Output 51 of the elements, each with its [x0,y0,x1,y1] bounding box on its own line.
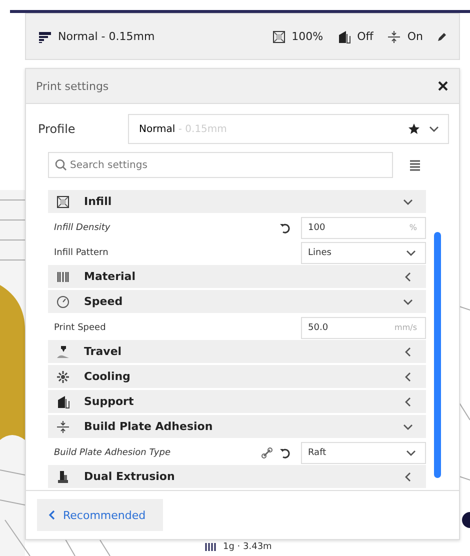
category-header[interactable]: Cooling [48,365,426,388]
infill-summary: 100% [292,30,324,43]
category-header[interactable]: Infill [48,190,426,213]
reset-icon[interactable] [279,222,291,234]
extruder-icon [56,470,70,484]
adhesion-icon [387,30,402,44]
category-header[interactable]: Support [48,390,426,413]
infill-icon [272,30,286,44]
profile-name: Normal [139,124,176,134]
panel-title: Print settings [36,80,109,92]
menu-icon[interactable] [409,159,421,171]
print-estimate: 1g · 3.43m [223,542,272,552]
nozzle-icon [56,344,70,358]
print-setup-bar[interactable]: Normal - 0.15mm 100% Off On [25,13,460,60]
profile-summary: Normal - 0.15mm [58,30,155,43]
profile-label: Profile [38,122,76,136]
reset-icon[interactable] [279,446,291,458]
close-icon[interactable] [437,80,449,92]
category-header[interactable]: Travel [48,340,426,363]
category-header[interactable]: Build Plate Adhesion [48,415,426,438]
search-icon [55,159,67,171]
setting-input[interactable]: 100 % [301,216,426,238]
search-field[interactable]: Search settings [48,152,393,178]
category-header[interactable]: Dual Extrusion [48,465,426,488]
support-icon [337,30,352,44]
spool-icon [205,542,217,552]
support-icon [56,394,70,408]
setting-label: Infill Density [54,222,112,232]
setting-dropdown[interactable]: Lines [301,242,426,264]
chevron-icon [47,509,57,521]
star-icon[interactable] [408,123,420,135]
layers-icon [38,30,52,44]
fan-icon [56,370,70,384]
gauge-icon [56,294,70,308]
spools-icon [56,270,70,284]
support-summary: Off [357,30,374,43]
recommended-button[interactable]: Recommended [37,499,163,531]
infill-icon [56,194,70,208]
unit-label: mm/s [394,323,417,332]
category-header[interactable]: Speed [48,290,426,313]
adhesion-icon [56,420,70,434]
scrollbar-thumb[interactable] [434,232,441,478]
setting-dropdown[interactable]: Raft [301,442,426,464]
setting-label: Print Speed [54,322,107,332]
unit-label: % [409,223,417,232]
setting-label: Infill Pattern [54,248,110,258]
adhesion-summary: On [407,30,423,43]
pencil-icon [437,32,447,42]
category-header[interactable]: Material [48,265,426,288]
setting-label: Build Plate Adhesion Type [54,448,172,458]
setting-input[interactable]: 50.0 mm/s [301,316,426,338]
